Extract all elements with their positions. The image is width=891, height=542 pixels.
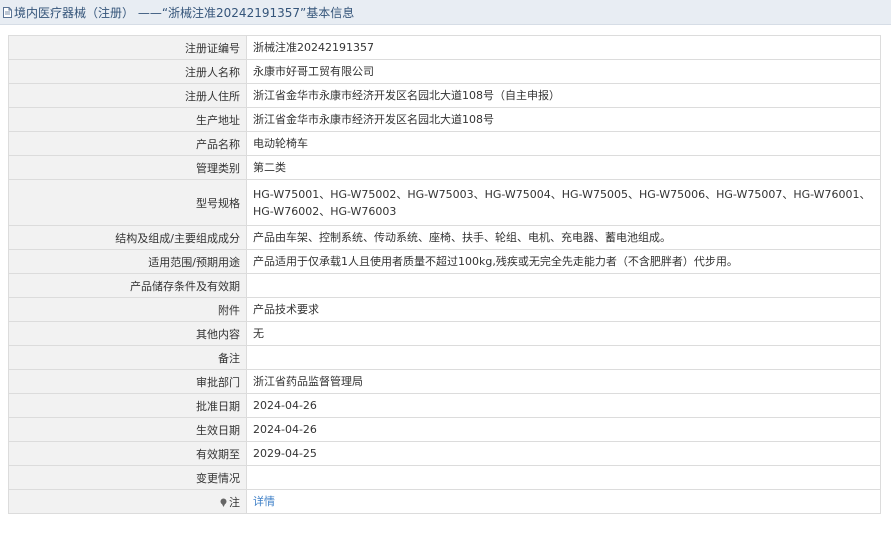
row-value: HG-W75001、HG-W75002、HG-W75003、HG-W75004、… — [246, 179, 881, 226]
row-value: 2024-04-26 — [246, 417, 881, 442]
row-value: 浙江省药品监督管理局 — [246, 369, 881, 394]
row-value: 浙械注准20242191357 — [246, 35, 881, 60]
row-value: 浙江省金华市永康市经济开发区名园北大道108号（自主申报） — [246, 83, 881, 108]
row-label: 结构及组成/主要组成成分 — [8, 225, 247, 250]
details-link[interactable]: 详情 — [253, 495, 275, 508]
row-value: 产品适用于仅承载1人且使用者质量不超过100kg,残疾或无完全先走能力者（不含肥… — [246, 249, 881, 274]
row-label: 产品储存条件及有效期 — [8, 273, 247, 298]
note-label-cell: 注 — [8, 489, 247, 514]
row-label: 审批部门 — [8, 369, 247, 394]
row-value: 电动轮椅车 — [246, 131, 881, 156]
note-icon — [220, 498, 227, 507]
row-label: 注册人住所 — [8, 83, 247, 108]
table-row: 注册人名称 永康市好哥工贸有限公司 — [8, 59, 881, 84]
row-value — [246, 465, 881, 490]
row-label: 备注 — [8, 345, 247, 370]
table-row: 生产地址 浙江省金华市永康市经济开发区名园北大道108号 — [8, 107, 881, 132]
row-label: 型号规格 — [8, 179, 247, 226]
table-row: 有效期至 2029-04-25 — [8, 441, 881, 466]
row-value: 产品由车架、控制系统、传动系统、座椅、扶手、轮组、电机、充电器、蓄电池组成。 — [246, 225, 881, 250]
document-icon — [3, 6, 12, 18]
table-row: 生效日期 2024-04-26 — [8, 417, 881, 442]
table-row: 批准日期 2024-04-26 — [8, 393, 881, 418]
row-label: 管理类别 — [8, 155, 247, 180]
table-row: 产品名称 电动轮椅车 — [8, 131, 881, 156]
page-title: 境内医疗器械（注册） ——“浙械注准20242191357”基本信息 — [14, 5, 355, 20]
row-value: 永康市好哥工贸有限公司 — [246, 59, 881, 84]
note-row: 注 详情 — [8, 489, 881, 514]
table-row: 结构及组成/主要组成成分 产品由车架、控制系统、传动系统、座椅、扶手、轮组、电机… — [8, 225, 881, 250]
row-value: 2024-04-26 — [246, 393, 881, 418]
table-row: 型号规格 HG-W75001、HG-W75002、HG-W75003、HG-W7… — [8, 179, 881, 226]
row-label: 生效日期 — [8, 417, 247, 442]
row-value: 产品技术要求 — [246, 297, 881, 322]
row-value: 浙江省金华市永康市经济开发区名园北大道108号 — [246, 107, 881, 132]
row-value: 第二类 — [246, 155, 881, 180]
note-value-cell: 详情 — [246, 489, 881, 514]
table-row: 变更情况 — [8, 465, 881, 490]
row-label: 注册证编号 — [8, 35, 247, 60]
row-label: 变更情况 — [8, 465, 247, 490]
row-label: 适用范围/预期用途 — [8, 249, 247, 274]
row-label: 注册人名称 — [8, 59, 247, 84]
table-row: 注册证编号 浙械注准20242191357 — [8, 35, 881, 60]
row-value: 无 — [246, 321, 881, 346]
row-label: 批准日期 — [8, 393, 247, 418]
table-row: 其他内容 无 — [8, 321, 881, 346]
info-table: 注册证编号 浙械注准20242191357 注册人名称 永康市好哥工贸有限公司 … — [8, 35, 881, 514]
row-label: 其他内容 — [8, 321, 247, 346]
table-row: 适用范围/预期用途 产品适用于仅承载1人且使用者质量不超过100kg,残疾或无完… — [8, 249, 881, 274]
row-label: 生产地址 — [8, 107, 247, 132]
table-row: 管理类别 第二类 — [8, 155, 881, 180]
row-value — [246, 273, 881, 298]
table-row: 附件 产品技术要求 — [8, 297, 881, 322]
row-value — [246, 345, 881, 370]
row-label: 附件 — [8, 297, 247, 322]
row-value: 2029-04-25 — [246, 441, 881, 466]
table-row: 注册人住所 浙江省金华市永康市经济开发区名园北大道108号（自主申报） — [8, 83, 881, 108]
page-header: 境内医疗器械（注册） ——“浙械注准20242191357”基本信息 — [0, 0, 891, 25]
row-label: 有效期至 — [8, 441, 247, 466]
table-row: 产品储存条件及有效期 — [8, 273, 881, 298]
table-row: 备注 — [8, 345, 881, 370]
note-label: 注 — [229, 495, 240, 509]
table-row: 审批部门 浙江省药品监督管理局 — [8, 369, 881, 394]
row-label: 产品名称 — [8, 131, 247, 156]
